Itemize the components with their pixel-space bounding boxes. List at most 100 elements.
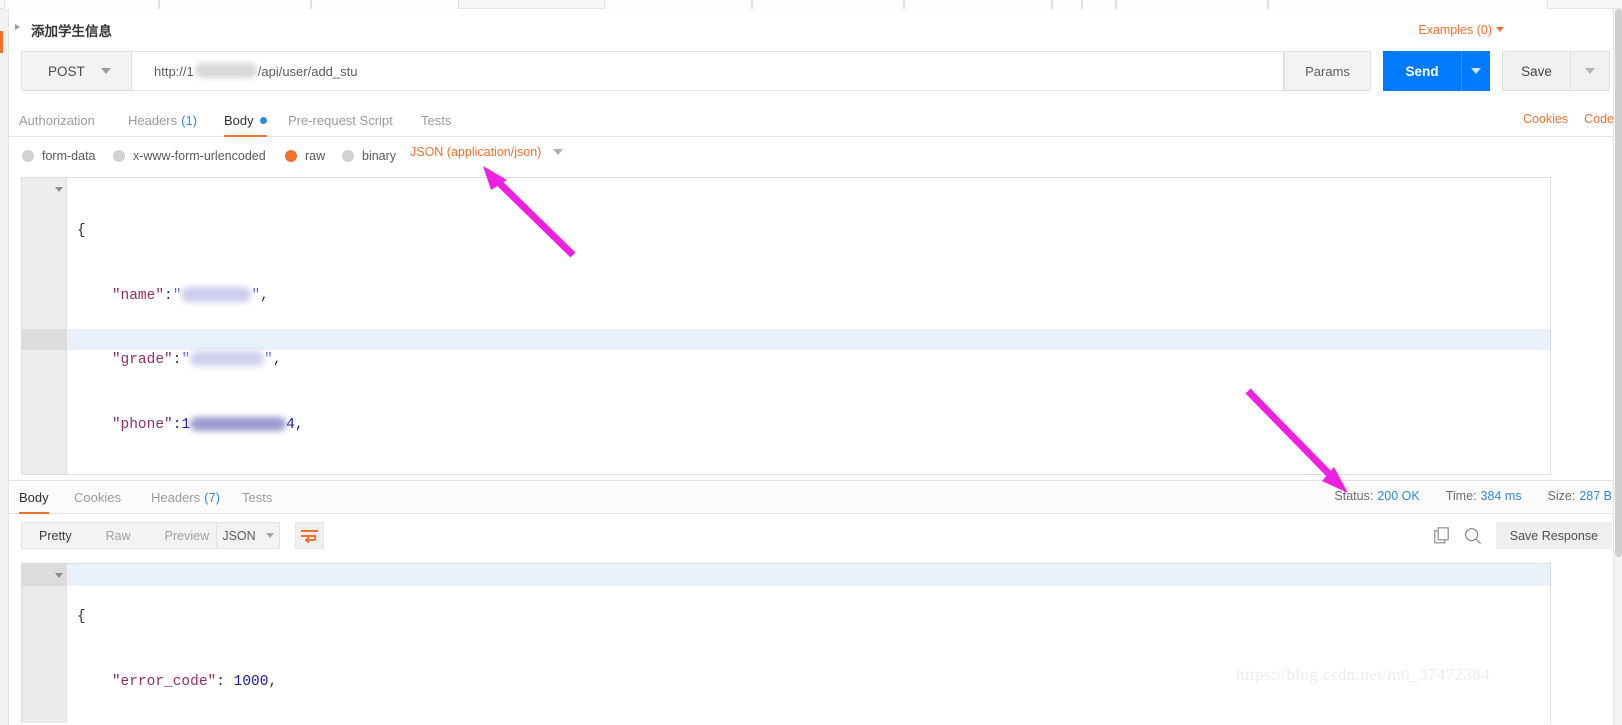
radio-x-www-form-urlencoded[interactable]: x-www-form-urlencoded [113,145,266,167]
radio-raw[interactable]: raw [285,145,325,167]
examples-dropdown[interactable]: Examples (0) [1418,23,1504,37]
status-group: Status: 200 OK [1334,489,1419,503]
params-button[interactable]: Params [1284,51,1371,91]
radio-icon-selected [285,150,297,162]
save-label: Save [1521,63,1552,79]
tab-count: (1) [181,113,198,128]
search-icon [1464,527,1481,544]
response-body-code[interactable]: { "error_code": 1000, "msg": "操作成功！" } [77,564,277,723]
size-label: Size: [1547,489,1576,503]
tab-remnant[interactable] [159,0,311,9]
view-mode-raw[interactable]: Raw [89,523,148,548]
fold-arrow-icon[interactable] [55,573,63,578]
send-options-button[interactable] [1461,51,1490,91]
content-type-dropdown[interactable]: JSON (application/json) [410,145,564,159]
word-wrap-button[interactable] [295,522,324,549]
fold-arrow-icon[interactable] [55,187,63,192]
save-options-button[interactable] [1570,51,1610,91]
radio-label: raw [305,149,326,163]
tab-headers[interactable]: Headers (1) [128,104,197,137]
response-tab-headers[interactable]: Headers (7) [151,481,220,514]
code-line-2: "error_code": 1000, [111,673,278,690]
copy-button[interactable] [1428,522,1458,549]
editor-active-line [67,564,1550,586]
unsaved-dot-icon [259,117,267,124]
tab-label: Body [224,113,254,128]
radio-label: binary [362,149,397,163]
tab-count: (7) [204,490,221,505]
scrollbar-thumb[interactable] [1615,9,1622,557]
view-mode-preview[interactable]: Preview [148,523,226,548]
active-tab-underline [224,135,267,137]
tab-remnant[interactable] [311,0,459,9]
chevron-down-icon [553,149,564,155]
tab-remnant[interactable] [1052,0,1082,9]
window-scrollbar[interactable] [1613,9,1622,725]
tab-remnant[interactable] [1116,0,1268,9]
tab-label: Cookies [74,490,121,505]
redacted-grade-value [190,351,265,366]
tab-body[interactable]: Body [224,104,267,137]
chevron-down-icon [265,533,274,538]
response-tab-cookies[interactable]: Cookies [74,481,121,514]
url-text: http://1/api/user/add_stu [154,63,357,79]
send-button[interactable]: Send [1383,51,1461,91]
request-pane: 添加学生信息 Examples (0) POST http://1/api/us… [9,9,1622,480]
request-body-code[interactable]: { "name":"", "grade":"", "phone":14, "se… [77,178,304,474]
tab-tests[interactable]: Tests [421,104,451,137]
chevron-down-icon [1585,68,1595,74]
radio-form-data[interactable]: form-data [22,145,96,167]
save-response-button[interactable]: Save Response [1495,522,1612,549]
request-title: 添加学生信息 [31,24,112,39]
gutter-divider [66,178,67,474]
status-label: Status: [1334,489,1374,503]
radio-binary[interactable]: binary [342,145,396,167]
active-rail-indicator [0,31,3,53]
code-link[interactable]: Code [1584,112,1614,126]
tab-remnant[interactable] [604,0,752,9]
code-text: { [77,609,86,625]
response-tab-tests[interactable]: Tests [242,481,272,514]
request-body-editor[interactable]: 1 2 3 4 5 6 7 8 { "name":"", "grade":"",… [21,177,1551,475]
examples-label: Examples (0) [1418,23,1492,37]
response-body-editor[interactable]: 1 2 3 4 { "error_code": 1000, "msg": "操作… [21,563,1551,723]
tab-remnant[interactable] [752,0,904,9]
response-status-bar: Status: 200 OK Time: 384 ms Size: 287 B [1308,489,1612,503]
search-button[interactable] [1458,522,1488,549]
left-rail [0,9,9,725]
url-row: POST http://1/api/user/add_stu Params Se… [21,51,1610,91]
tab-label: Body [19,490,49,505]
request-links: Cookies Code [1507,112,1614,126]
http-method-selector[interactable]: POST [21,51,131,91]
code-line-1: { [77,607,277,629]
save-button[interactable]: Save [1502,51,1570,91]
radio-icon [113,150,125,162]
view-mode-pretty[interactable]: Pretty [22,523,89,548]
tab-remnant[interactable] [1082,0,1116,9]
body-type-row: form-data x-www-form-urlencoded raw bina… [9,139,1622,175]
size-group: Size: 287 B [1548,489,1612,503]
response-tabs: Body Cookies Headers (7) Tests Status: 200… [9,481,1622,514]
request-title-row: 添加学生信息 Examples (0) [9,9,1622,46]
url-input[interactable]: http://1/api/user/add_stu [131,51,1284,91]
url-redacted-host [194,63,257,78]
tab-authorization[interactable]: Authorization [19,104,95,137]
code-text: { [77,223,86,239]
tab-remnant[interactable] [1268,0,1548,9]
cookies-link[interactable]: Cookies [1523,112,1568,126]
request-tabs: Authorization Headers (1) Body Pre-reques… [9,104,1622,137]
chevron-right-icon[interactable] [15,24,20,30]
view-mode-label: Pretty [39,528,72,543]
radio-label: x-www-form-urlencoded [133,149,266,163]
code-line-3: "grade":" ", [111,351,282,368]
tab-pre-request-script[interactable]: Pre-request Script [288,104,393,137]
response-format-dropdown[interactable]: JSON [216,522,280,549]
url-prefix: http://1 [154,64,194,79]
tab-remnant[interactable] [904,0,1052,9]
tab-label: Headers [151,490,201,505]
response-tab-body[interactable]: Body [19,481,49,514]
time-group: Time: 384 ms [1446,489,1522,503]
tab-remnant[interactable] [4,0,159,9]
tab-label: Pre-request Script [288,113,393,128]
view-mode-group: Pretty Raw Preview [21,522,228,549]
